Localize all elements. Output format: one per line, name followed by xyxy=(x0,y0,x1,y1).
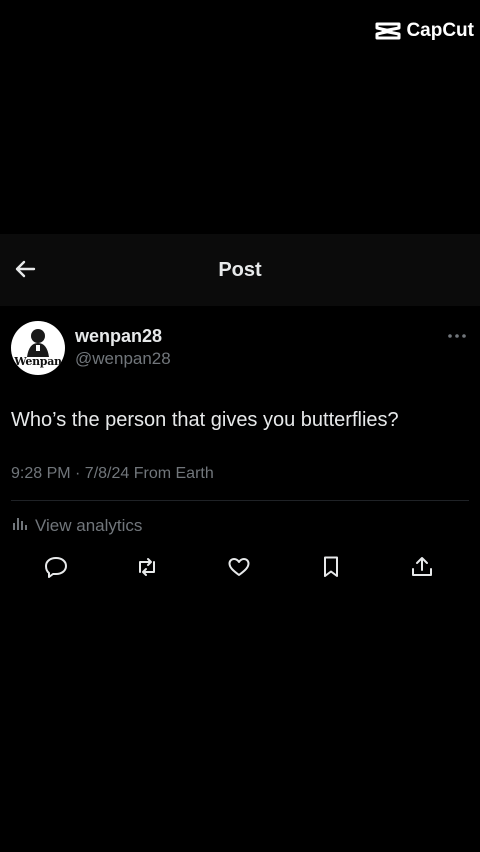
repost-icon xyxy=(134,554,160,585)
page-title: Post xyxy=(218,258,262,281)
post-text: Who’s the person that gives you butterfl… xyxy=(11,409,399,431)
divider xyxy=(11,500,469,501)
back-button[interactable] xyxy=(10,256,40,286)
author-handle[interactable]: @wenpan28 xyxy=(75,349,171,369)
action-bar xyxy=(0,556,480,582)
heart-icon xyxy=(226,554,252,585)
share-icon xyxy=(409,554,435,585)
post-header: Post xyxy=(0,234,480,306)
view-analytics-button[interactable]: View analytics xyxy=(11,514,142,537)
bookmark-icon xyxy=(318,554,344,585)
bookmark-button[interactable] xyxy=(318,556,344,582)
like-button[interactable] xyxy=(226,556,252,582)
more-options-button[interactable] xyxy=(446,326,468,346)
post-timestamp[interactable]: 9:28 PM · 7/8/24 From Earth xyxy=(11,465,214,483)
capcut-watermark: CapCut xyxy=(375,20,474,42)
reply-button[interactable] xyxy=(43,556,69,582)
repost-button[interactable] xyxy=(134,556,160,582)
avatar-caption: Wenpan xyxy=(14,355,62,368)
capcut-brand-text: CapCut xyxy=(406,20,474,41)
more-dots-icon xyxy=(446,333,468,350)
share-button[interactable] xyxy=(409,556,435,582)
analytics-bars-icon xyxy=(11,514,29,537)
reply-icon xyxy=(43,554,69,585)
capcut-logo-icon xyxy=(375,21,401,41)
author-display-name[interactable]: wenpan28 xyxy=(75,326,162,347)
arrow-left-icon xyxy=(13,257,37,286)
avatar[interactable]: Wenpan xyxy=(11,321,65,375)
view-analytics-label: View analytics xyxy=(35,515,143,535)
